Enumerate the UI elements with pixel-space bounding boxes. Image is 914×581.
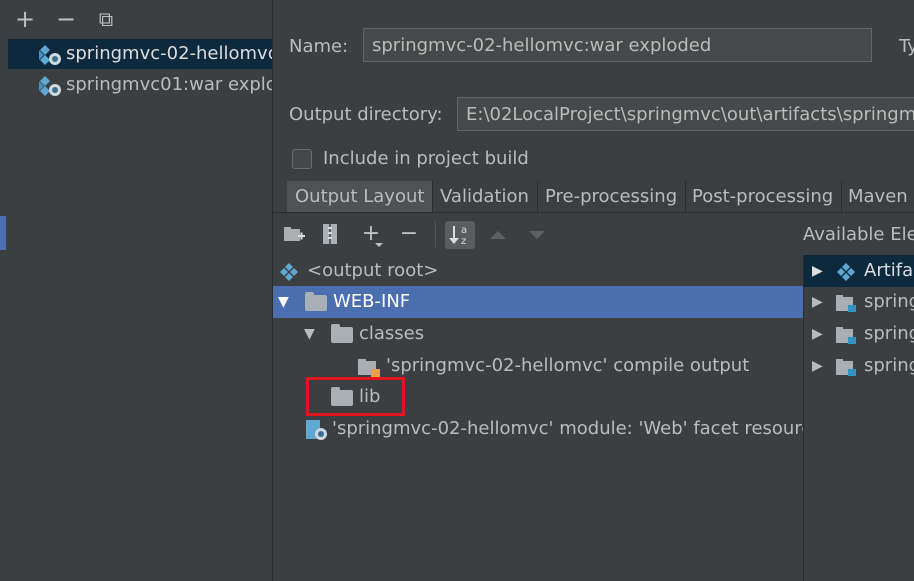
available-item-module[interactable]: ▶ springmvc — [804, 350, 914, 382]
available-item-label: springmvc-01 — [864, 291, 914, 312]
sort-elements-icon[interactable]: a z — [445, 221, 475, 249]
artifacts-icon — [837, 263, 855, 281]
include-in-build-checkbox[interactable] — [292, 149, 312, 169]
artifacts-toolbar: + − ⧉ — [0, 0, 272, 38]
tree-item-label: classes — [359, 323, 425, 344]
collapsed-arrow-icon[interactable]: ▶ — [812, 286, 823, 318]
type-label: Ty — [899, 36, 914, 57]
highlight-annotation — [306, 377, 405, 416]
available-item-artifacts[interactable]: ▶ Artifacts — [804, 255, 914, 287]
dropdown-caret-icon — [375, 243, 383, 247]
collapsed-arrow-icon[interactable]: ▶ — [812, 318, 823, 350]
output-directory-input[interactable]: E:\02LocalProject\springmvc\out\artifact… — [457, 97, 914, 131]
include-in-build-label: Include in project build — [323, 148, 529, 169]
available-item-label: Artifacts — [864, 260, 914, 281]
available-item-module[interactable]: ▶ springmvc-01 — [804, 286, 914, 318]
output-directory-label: Output directory: — [289, 104, 443, 125]
tree-item-label: 'springmvc-02-hellomvc' compile output — [386, 355, 750, 376]
tab-post-processing[interactable]: Post-processing — [684, 181, 843, 213]
output-root-icon — [280, 263, 298, 281]
move-down-icon[interactable] — [529, 231, 545, 239]
artifact-label: springmvc01:war exploded — [66, 74, 272, 95]
expanded-arrow-icon[interactable]: ▼ — [278, 286, 294, 318]
artifact-item-springmvc01[interactable]: springmvc01:war exploded — [8, 70, 272, 100]
available-elements-panel: ▶ Artifacts ▶ springmvc-01 ▶ springmvc-0… — [803, 255, 914, 581]
collapsed-arrow-icon[interactable]: ▶ — [812, 255, 823, 287]
name-label: Name: — [289, 36, 349, 57]
output-layout-toolbar: + − a z — [273, 213, 803, 255]
remove-element-button[interactable]: − — [396, 221, 422, 247]
tree-item-web-inf[interactable]: ▼ WEB-INF — [273, 286, 803, 318]
tree-item-facet-resource[interactable]: 'springmvc-02-hellomvc' module: 'Web' fa… — [273, 413, 822, 445]
war-exploded-icon — [39, 45, 61, 65]
name-input[interactable]: springmvc-02-hellomvc:war exploded — [363, 28, 872, 62]
tab-output-layout[interactable]: Output Layout — [287, 181, 434, 213]
tree-item-label: WEB-INF — [333, 291, 411, 312]
tab-maven[interactable]: Maven — [840, 181, 914, 213]
tree-item-output-root[interactable]: <output root> — [273, 255, 803, 287]
artifact-label: springmvc-02-hellomvc:war exploded — [66, 43, 272, 64]
remove-artifact-button[interactable]: − — [53, 6, 79, 32]
artifacts-panel: + − ⧉ springmvc-02-hellomvc:war exploded… — [0, 0, 273, 581]
add-artifact-button[interactable]: + — [12, 6, 38, 32]
tab-validation[interactable]: Validation — [432, 181, 538, 213]
module-folder-icon — [836, 327, 856, 344]
svg-text:z: z — [461, 236, 466, 247]
available-item-label: springmvc-02-hellomvc — [864, 323, 914, 344]
available-elements-header: Available Elements — [803, 224, 914, 245]
output-layout-tree: <output root> ▼ WEB-INF ▼ classes 'sprin… — [273, 255, 822, 581]
available-item-module[interactable]: ▶ springmvc-02-hellomvc — [804, 318, 914, 350]
available-item-label: springmvc — [864, 355, 914, 376]
module-folder-icon — [836, 359, 856, 376]
folder-icon — [305, 292, 327, 311]
war-exploded-icon — [39, 76, 61, 96]
collapsed-arrow-icon[interactable]: ▶ — [812, 350, 823, 382]
copy-artifact-button[interactable]: ⧉ — [93, 6, 119, 32]
svg-text:a: a — [461, 225, 467, 236]
toolbar-separator — [435, 221, 436, 247]
module-folder-icon — [836, 295, 856, 312]
module-output-icon — [358, 359, 380, 377]
tree-item-classes[interactable]: ▼ classes — [273, 318, 803, 350]
tree-item-label: 'springmvc-02-hellomvc' module: 'Web' fa… — [332, 418, 823, 439]
web-facet-icon — [306, 420, 327, 440]
create-archive-icon[interactable] — [321, 223, 339, 245]
folder-icon — [331, 324, 353, 343]
move-up-icon[interactable] — [490, 231, 506, 239]
create-directory-icon[interactable] — [283, 225, 305, 243]
gutter-marker — [0, 216, 6, 250]
tab-pre-processing[interactable]: Pre-processing — [537, 181, 687, 213]
artifact-item-hellomvc[interactable]: springmvc-02-hellomvc:war exploded — [8, 39, 272, 69]
tree-item-label: <output root> — [307, 260, 439, 281]
expanded-arrow-icon[interactable]: ▼ — [304, 318, 320, 350]
